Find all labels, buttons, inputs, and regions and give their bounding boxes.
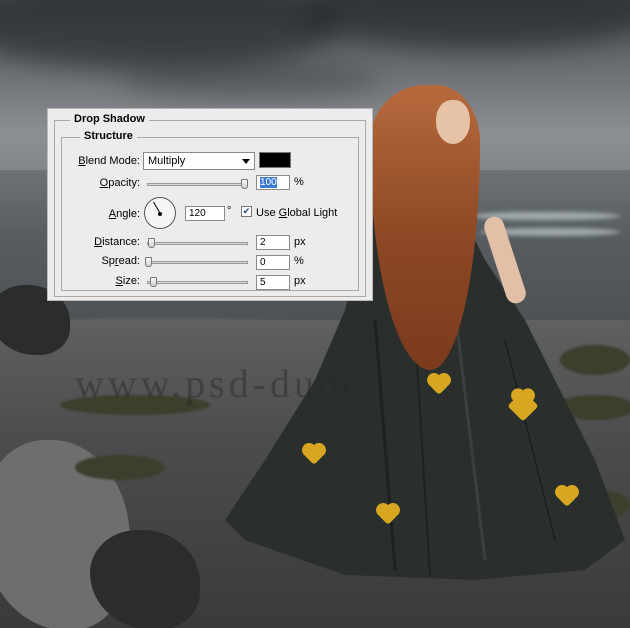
distance-input[interactable]: 2 bbox=[256, 235, 290, 250]
distance-unit: px bbox=[294, 236, 306, 248]
watermark: www.psd-dude bbox=[75, 361, 364, 406]
size-label: Size: bbox=[115, 275, 140, 287]
cloud bbox=[120, 60, 380, 100]
size-slider[interactable] bbox=[147, 277, 248, 287]
panel-title: Drop Shadow bbox=[70, 113, 149, 125]
shadow-color-swatch[interactable] bbox=[259, 152, 291, 168]
angle-input[interactable]: 120 bbox=[185, 206, 225, 221]
spread-slider-thumb[interactable] bbox=[145, 257, 152, 267]
blend-mode-label: Blend Mode: bbox=[78, 155, 140, 167]
angle-dial-center bbox=[158, 212, 162, 216]
opacity-slider-thumb[interactable] bbox=[241, 179, 248, 189]
woman-face bbox=[436, 100, 470, 144]
chevron-down-icon bbox=[242, 159, 250, 164]
blend-mode-value: Multiply bbox=[148, 155, 186, 167]
angle-label: Angle: bbox=[108, 208, 140, 220]
spread-input[interactable]: 0 bbox=[256, 255, 290, 270]
spread-slider[interactable] bbox=[145, 257, 248, 267]
spread-label: Spread: bbox=[101, 255, 140, 267]
opacity-input[interactable]: 100 bbox=[256, 175, 290, 190]
blend-mode-select[interactable]: Multiply bbox=[143, 152, 255, 170]
opacity-unit: % bbox=[294, 176, 304, 188]
size-slider-thumb[interactable] bbox=[150, 277, 157, 287]
angle-unit: ° bbox=[227, 205, 232, 217]
angle-dial[interactable] bbox=[144, 197, 176, 229]
global-light-label: Use Global Light bbox=[256, 207, 338, 219]
opacity-slider[interactable] bbox=[147, 179, 248, 189]
size-input[interactable]: 5 bbox=[256, 275, 290, 290]
drop-shadow-panel: Drop Shadow Structure Blend Mode: Multip… bbox=[47, 108, 373, 301]
distance-slider[interactable] bbox=[147, 238, 248, 248]
global-light-checkbox[interactable]: ✔ bbox=[241, 206, 252, 217]
moss bbox=[75, 455, 165, 480]
distance-label: Distance: bbox=[94, 236, 140, 248]
spread-unit: % bbox=[294, 255, 304, 267]
distance-slider-thumb[interactable] bbox=[148, 238, 155, 248]
opacity-label: Opacity: bbox=[99, 177, 140, 189]
size-unit: px bbox=[294, 275, 306, 287]
background-photo: www.psd-dude bbox=[0, 0, 630, 628]
section-title: Structure bbox=[80, 130, 137, 142]
